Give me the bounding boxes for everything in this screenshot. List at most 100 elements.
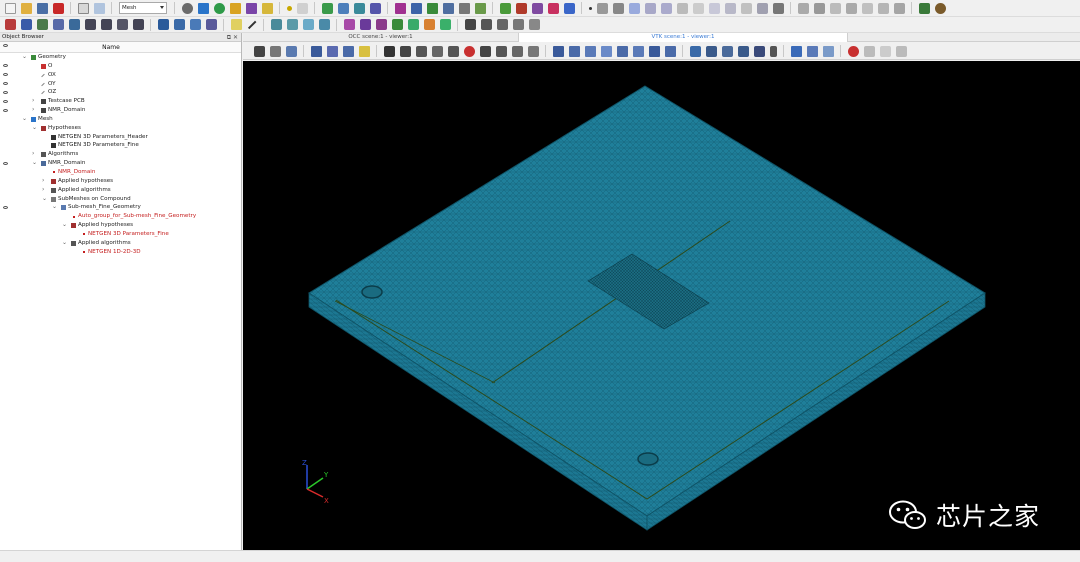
visibility-eye-icon[interactable]	[3, 90, 8, 94]
collapse-chevron-icon[interactable]: ⌄	[52, 203, 57, 212]
volume-icon[interactable]	[189, 19, 201, 30]
visibility-eye-icon[interactable]	[3, 99, 8, 103]
area-icon[interactable]	[173, 19, 185, 30]
vtk-viewport[interactable]: Z Y X	[243, 61, 1080, 550]
tree-row[interactable]: NETGEN 1D-2D-3D	[0, 248, 241, 257]
clockwise-icon[interactable]	[616, 45, 628, 57]
tree-row[interactable]: › Algorithms	[0, 150, 241, 159]
show-toolbar-icon[interactable]	[822, 45, 834, 57]
tree-row[interactable]: ⌄ NMR_Domain	[0, 159, 241, 168]
selection-icon[interactable]	[358, 45, 370, 57]
renumber-icon[interactable]	[861, 2, 873, 14]
expand-chevron-icon[interactable]: ›	[42, 186, 44, 195]
rotate-icon[interactable]	[463, 45, 475, 57]
remove-orphans-icon[interactable]	[829, 2, 841, 14]
module-combo[interactable]: Mesh	[119, 2, 167, 14]
stop-icon[interactable]	[879, 45, 891, 57]
orientation-icon[interactable]	[528, 19, 540, 30]
line-select-icon[interactable]	[247, 20, 256, 29]
visibility-eye-icon[interactable]	[3, 161, 8, 165]
memorize-view-icon[interactable]	[648, 45, 660, 57]
filter-edges-icon[interactable]	[337, 2, 349, 14]
global-pan-icon[interactable]	[447, 45, 459, 57]
preview-icon[interactable]	[474, 2, 486, 14]
projection-icon[interactable]	[705, 45, 717, 57]
create-submesh-icon[interactable]	[410, 2, 422, 14]
jobmanager-icon[interactable]	[245, 2, 257, 14]
new-file-icon[interactable]	[4, 2, 16, 14]
fit-selection-icon[interactable]	[399, 45, 411, 57]
merge-nodes-icon[interactable]	[359, 19, 371, 30]
union-triangles-icon[interactable]	[480, 19, 492, 30]
collapse-chevron-icon[interactable]: ⌄	[62, 239, 67, 248]
left-view-icon[interactable]	[552, 45, 564, 57]
tree-row[interactable]: Auto_group_for_Sub-mesh_Fine_Geometry	[0, 212, 241, 221]
copy-icon[interactable]	[77, 2, 89, 14]
edge-icon[interactable]	[515, 2, 527, 14]
compute-icon[interactable]	[442, 2, 454, 14]
zoom-icon[interactable]	[415, 45, 427, 57]
group-icon[interactable]	[4, 19, 16, 30]
tree-row[interactable]: ⌄ Mesh	[0, 115, 241, 124]
remove-elements-icon[interactable]	[813, 2, 825, 14]
graduated-axes-icon[interactable]	[342, 45, 354, 57]
open-folder-icon[interactable]	[20, 2, 32, 14]
tree-row[interactable]: OY	[0, 80, 241, 89]
restore-view-icon[interactable]	[664, 45, 676, 57]
fit-area-icon[interactable]	[383, 45, 395, 57]
back-view-icon[interactable]	[495, 45, 507, 57]
tree-row[interactable]: NETGEN 3D Parameters_Fine	[0, 141, 241, 150]
dropdown-icon[interactable]	[769, 45, 777, 57]
mesh-module-icon[interactable]	[197, 2, 209, 14]
quadratic-triangle-icon[interactable]	[708, 2, 720, 14]
quadratic-hexa-icon[interactable]	[756, 2, 768, 14]
quadratic-quad-icon[interactable]	[724, 2, 736, 14]
name-column-header[interactable]: Name	[0, 42, 222, 53]
stereo-icon[interactable]	[721, 45, 733, 57]
shaper-icon[interactable]	[261, 2, 273, 14]
collapse-chevron-icon[interactable]: ⌄	[62, 221, 67, 230]
diagonal-inversion-icon[interactable]	[512, 19, 524, 30]
spacemouse-icon[interactable]	[790, 45, 802, 57]
tree-row[interactable]: OZ	[0, 88, 241, 97]
tree-row[interactable]: ⌄ Geometry	[0, 53, 241, 62]
reset-view-icon[interactable]	[632, 45, 644, 57]
interaction-style-icon[interactable]	[737, 45, 749, 57]
expand-chevron-icon[interactable]: ›	[32, 150, 34, 159]
paravis-module-icon[interactable]	[213, 2, 225, 14]
pattern-icon[interactable]	[302, 19, 314, 30]
quadratic-tetra-icon[interactable]	[740, 2, 752, 14]
tree-row[interactable]: NMR_Domain	[0, 168, 241, 177]
translation-icon[interactable]	[877, 2, 889, 14]
length-icon[interactable]	[157, 19, 169, 30]
tree-row[interactable]: › NMR_Domain	[0, 106, 241, 115]
smooth-icon[interactable]	[407, 19, 419, 30]
info-icon[interactable]	[934, 2, 946, 14]
quadratic-edge-icon[interactable]	[692, 2, 704, 14]
split-icon[interactable]	[423, 19, 435, 30]
close-icon[interactable]	[52, 2, 64, 14]
expand-chevron-icon[interactable]: ›	[32, 106, 34, 115]
filter-faces-icon[interactable]	[353, 2, 365, 14]
evaluate-icon[interactable]	[458, 2, 470, 14]
extrusion-icon[interactable]	[270, 19, 282, 30]
yacs-module-icon[interactable]	[229, 2, 241, 14]
tab-vtk-viewer[interactable]: VTK scene:1 - viewer:1	[518, 33, 848, 42]
dump-view-icon[interactable]	[253, 45, 265, 57]
line-icon[interactable]	[296, 2, 308, 14]
expand-chevron-icon[interactable]: ›	[32, 97, 34, 106]
aspect-ratio-icon[interactable]	[205, 19, 217, 30]
node-icon[interactable]	[499, 2, 511, 14]
collapse-chevron-icon[interactable]: ⌄	[32, 159, 37, 168]
filter-volumes-icon[interactable]	[369, 2, 381, 14]
reorient-icon[interactable]	[464, 19, 476, 30]
create-mesh-icon[interactable]	[394, 2, 406, 14]
visibility-eye-icon[interactable]	[3, 82, 8, 86]
tree-row[interactable]: › Applied hypotheses	[0, 177, 241, 186]
sew-icon[interactable]	[343, 19, 355, 30]
delete-group-icon[interactable]	[132, 19, 144, 30]
tab-occ-viewer[interactable]: OCC scene:1 - viewer:1	[243, 33, 518, 42]
hexa-icon[interactable]	[612, 2, 624, 14]
pyramid-icon[interactable]	[628, 2, 640, 14]
visibility-eye-icon[interactable]	[3, 108, 8, 112]
